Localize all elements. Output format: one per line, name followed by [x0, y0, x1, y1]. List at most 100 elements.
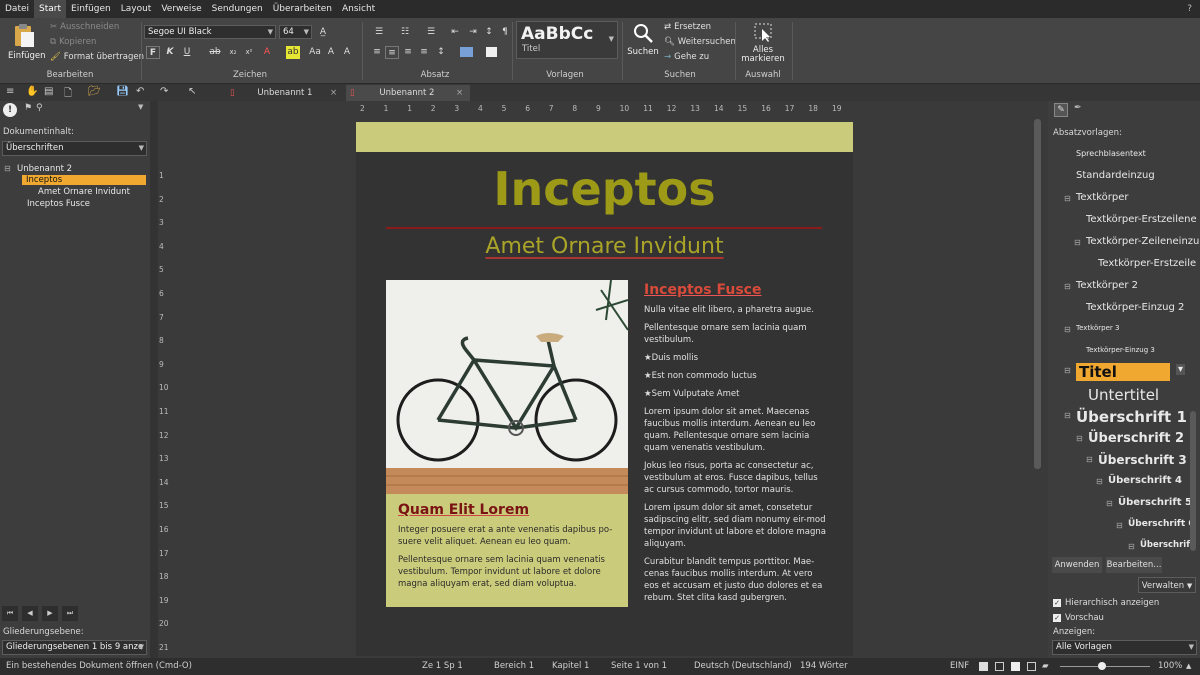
- menu-sendungen[interactable]: Sendungen: [207, 0, 268, 18]
- highlight-icon[interactable]: ab: [286, 46, 300, 59]
- tree-item-inceptos[interactable]: Inceptos: [22, 175, 146, 185]
- paragraph[interactable]: Pellentesque ornare sem lacinia quam ves…: [644, 322, 829, 346]
- style-list-scroll-thumb[interactable]: [1190, 411, 1196, 551]
- search-button[interactable]: Suchen: [626, 22, 660, 57]
- font-name-select[interactable]: Segoe UI Black ▼: [144, 25, 276, 39]
- multilevel-list-icon[interactable]: ☰: [424, 26, 438, 39]
- save-icon[interactable]: 💾︎: [116, 86, 129, 97]
- navigator-icon[interactable]: !: [3, 103, 17, 117]
- caption-paragraph[interactable]: Pellentesque ornare sem lacinia quam ven…: [398, 554, 616, 590]
- bullet-list-icon[interactable]: ☰: [372, 26, 386, 39]
- redo-icon[interactable]: ↷: [160, 86, 168, 97]
- menu-icon[interactable]: ≡: [6, 86, 14, 97]
- subscript-icon[interactable]: x₂: [226, 46, 240, 59]
- document-title[interactable]: Inceptos: [356, 162, 853, 216]
- tab-unbenannt-2[interactable]: ▯ Unbenannt 2 ×: [346, 85, 470, 101]
- pointer-icon[interactable]: ↖: [188, 86, 196, 97]
- bullet-item[interactable]: ★Est non commodo luctus: [644, 370, 829, 382]
- style-item[interactable]: Textkörper-Erstzeilene: [1086, 214, 1197, 225]
- paragraph[interactable]: Nulla vitae elit libero, a pharetra augu…: [644, 304, 829, 316]
- shading-icon[interactable]: [460, 47, 473, 57]
- menu-start[interactable]: Start: [34, 0, 67, 18]
- view-outline-icon[interactable]: [1027, 662, 1036, 671]
- paragraph-styles-icon[interactable]: ✎: [1054, 103, 1068, 117]
- document-page[interactable]: Inceptos Amet Ornare Invidunt Quam Elit …: [356, 122, 853, 656]
- style-item[interactable]: Standardeinzug: [1076, 170, 1155, 181]
- paragraph[interactable]: Curabitur blandit tempus porttitor. Mae-…: [644, 556, 829, 604]
- menu-ansicht[interactable]: Ansicht: [337, 0, 380, 18]
- chevron-up-icon[interactable]: ▲: [1186, 658, 1191, 675]
- character-styles-icon[interactable]: ✒: [1074, 103, 1082, 113]
- superscript-icon[interactable]: x²: [242, 46, 256, 59]
- menu-verweise[interactable]: Verweise: [156, 0, 206, 18]
- style-item[interactable]: Überschrift 1: [1076, 408, 1187, 426]
- collapse-icon[interactable]: ⊟: [1086, 455, 1093, 464]
- horizontal-ruler[interactable]: 2 1 1 2 3 4 5 6 7 8 9 10 11 12 13 14 15 16 17 18 19: [356, 101, 854, 119]
- column-heading[interactable]: Inceptos Fusce: [644, 282, 829, 298]
- caption-heading[interactable]: Quam Elit Lorem: [398, 502, 616, 518]
- close-tab-icon[interactable]: ×: [456, 85, 463, 101]
- paragraph[interactable]: Lorem ipsum dolor sit amet. Maecenas fau…: [644, 406, 829, 454]
- collapse-icon[interactable]: ⊟: [1064, 194, 1071, 203]
- chevron-down-icon[interactable]: ▾: [1176, 364, 1186, 375]
- font-color-icon[interactable]: A: [260, 46, 274, 59]
- view-normal-icon[interactable]: [979, 662, 988, 671]
- heading-filter-select[interactable]: Überschriften ▼: [2, 141, 147, 156]
- menu-datei[interactable]: Datei: [0, 0, 34, 18]
- collapse-icon[interactable]: ⊟: [1116, 521, 1123, 530]
- find-next-button[interactable]: 🔍︎ Weitersuchen: [664, 37, 736, 47]
- collapse-icon[interactable]: ⊟: [1064, 282, 1071, 291]
- collapse-icon[interactable]: ⊟: [1064, 366, 1071, 375]
- vertical-scrollbar[interactable]: [1033, 119, 1043, 655]
- last-icon[interactable]: ⏭: [62, 606, 78, 621]
- font-grow-small-icon[interactable]: A: [324, 46, 338, 59]
- scrollbar-thumb[interactable]: [1034, 119, 1041, 469]
- hierarchical-checkbox[interactable]: ✓ Hierarchisch anzeigen: [1053, 598, 1159, 608]
- sort-icon[interactable]: ↕: [482, 26, 496, 39]
- insert-mode[interactable]: EINF: [950, 658, 969, 675]
- menu-layout[interactable]: Layout: [116, 0, 157, 18]
- close-tab-icon[interactable]: ×: [330, 85, 337, 101]
- style-item[interactable]: Textkörper-Zeileneinzu: [1086, 236, 1199, 247]
- style-item[interactable]: Überschrift 4: [1108, 475, 1182, 486]
- select-all-button[interactable]: Alles markieren: [740, 21, 786, 64]
- paragraph[interactable]: Lorem ipsum dolor sit amet, consetetur s…: [644, 502, 829, 550]
- style-item[interactable]: Textkörper-Erstzeile: [1098, 258, 1196, 269]
- style-item[interactable]: Überschrift 5: [1118, 497, 1192, 508]
- undo-icon[interactable]: ↶: [136, 86, 144, 97]
- language-indicator[interactable]: Deutsch (Deutschland): [694, 658, 792, 675]
- collapse-icon[interactable]: ⊟: [1106, 499, 1113, 508]
- style-item[interactable]: Überschrift: [1140, 540, 1194, 550]
- style-item[interactable]: Textkörper 3: [1076, 324, 1119, 332]
- collapse-icon[interactable]: ⊟: [1064, 325, 1071, 334]
- bullet-item[interactable]: ★Sem Vulputate Amet: [644, 388, 829, 400]
- book-view-icon[interactable]: ▰: [1042, 658, 1049, 675]
- style-item[interactable]: Titel: [1076, 363, 1170, 381]
- bookmark-icon[interactable]: ⚑: [24, 103, 32, 113]
- style-item[interactable]: Textkörper-Einzug 3: [1086, 346, 1155, 354]
- outdent-icon[interactable]: ⇤: [448, 26, 462, 39]
- menu-ueberarbeiten[interactable]: Überarbeiten: [268, 0, 337, 18]
- style-item[interactable]: Sprechblasentext: [1076, 149, 1146, 158]
- style-item[interactable]: Überschrift 6: [1128, 519, 1195, 529]
- caption-paragraph[interactable]: Integer posuere erat a ante venenatis da…: [398, 524, 616, 548]
- pilcrow-icon[interactable]: ¶: [498, 26, 512, 39]
- vertical-ruler[interactable]: 1 2 3 4 5 6 7 8 9 10 11 12 13 14 15 16 17 18 19 20 21: [158, 121, 170, 656]
- style-item[interactable]: Textkörper-Einzug 2: [1086, 302, 1184, 313]
- align-left-icon[interactable]: ≡: [370, 46, 384, 59]
- preview-checkbox[interactable]: ✓ Vorschau: [1053, 613, 1104, 623]
- strikethrough-icon[interactable]: ab: [208, 46, 222, 59]
- zoom-slider-thumb[interactable]: [1098, 662, 1106, 670]
- style-item[interactable]: Überschrift 3: [1098, 453, 1187, 467]
- next-icon[interactable]: ▶: [42, 606, 58, 621]
- underline-button[interactable]: U: [180, 46, 194, 59]
- font-shrink-icon[interactable]: A: [340, 46, 354, 59]
- open-folder-icon[interactable]: 📂︎: [88, 86, 101, 97]
- hand-icon[interactable]: ✋: [26, 86, 38, 97]
- collapse-icon[interactable]: ⊟: [1076, 434, 1083, 443]
- indent-icon[interactable]: ⇥: [466, 26, 480, 39]
- style-list[interactable]: Sprechblasentext Standardeinzug ⊟ Textkörpe…: [1048, 143, 1200, 553]
- view-page-icon[interactable]: [995, 662, 1004, 671]
- collapse-icon[interactable]: ⊟: [4, 164, 11, 173]
- numbered-list-icon[interactable]: ☷: [398, 26, 412, 39]
